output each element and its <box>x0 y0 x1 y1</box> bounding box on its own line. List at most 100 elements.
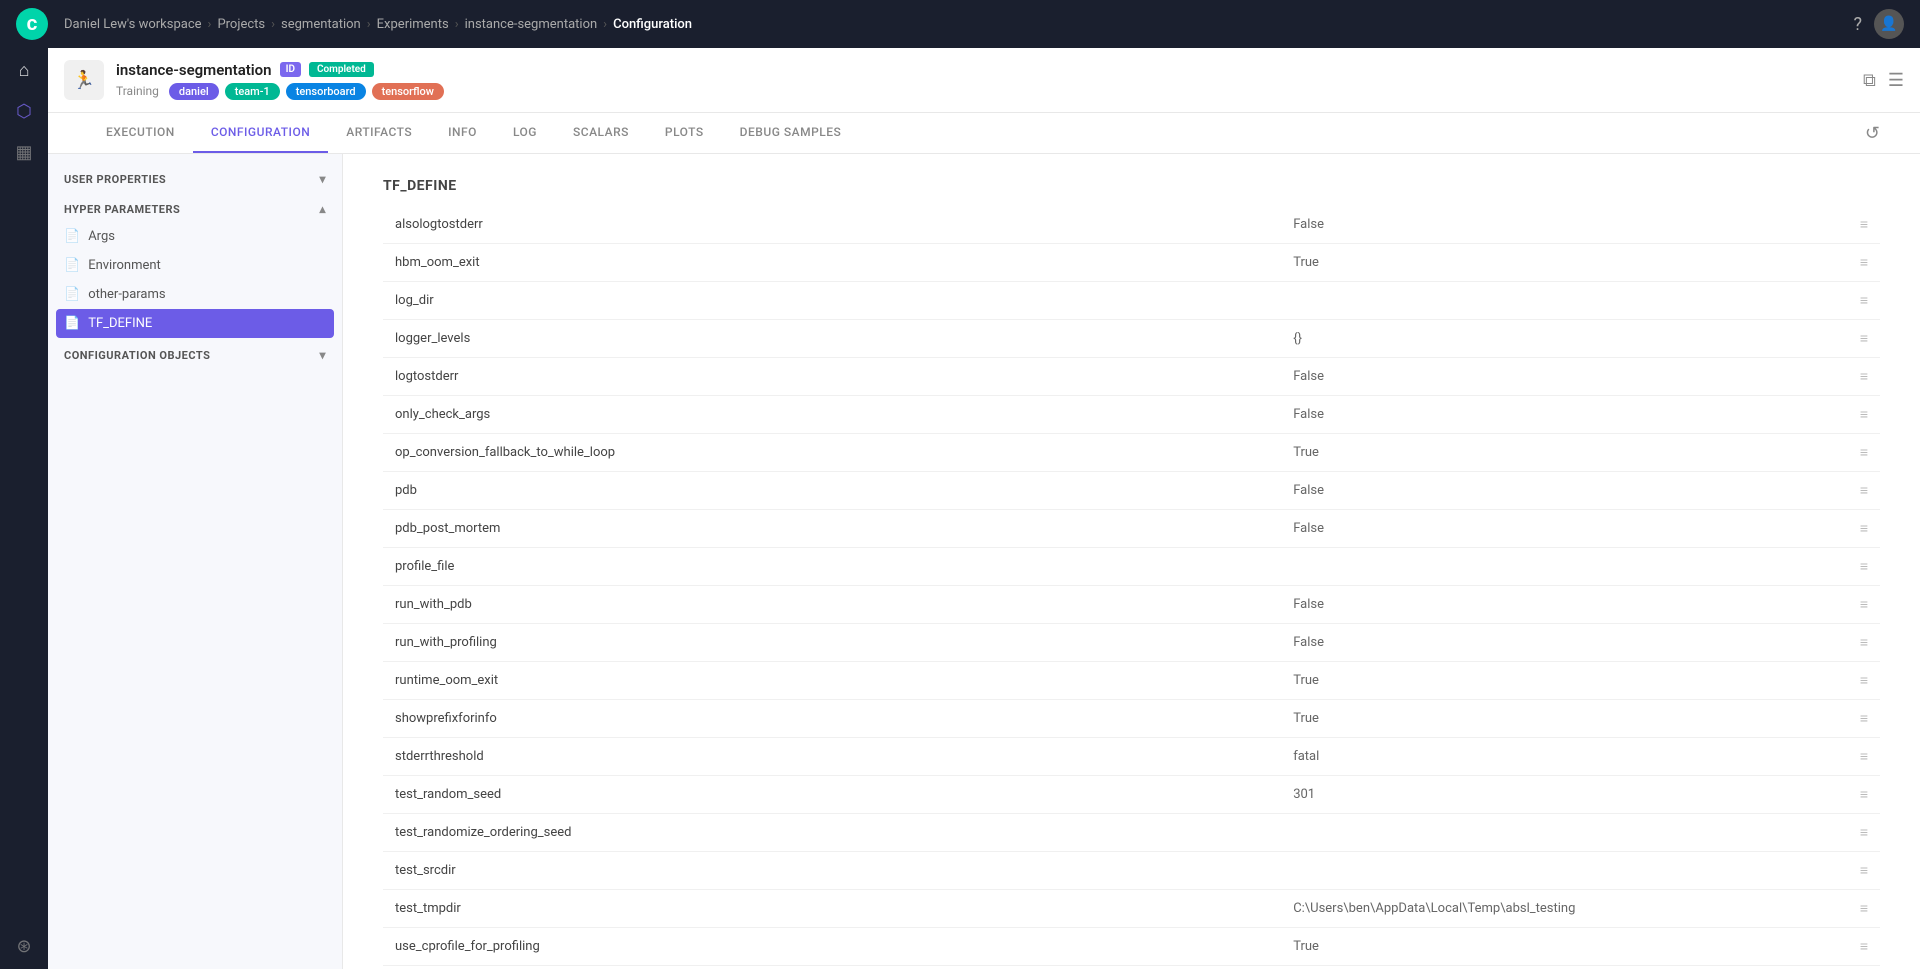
config-row-menu-icon[interactable]: ≡ <box>1840 510 1880 548</box>
config-value: True <box>1281 244 1840 282</box>
sidebar-section-hyper-parameters[interactable]: HYPER PARAMETERS ▴ <box>48 192 342 222</box>
table-row: stderrthreshold fatal ≡ <box>383 738 1880 776</box>
config-value: False <box>1281 396 1840 434</box>
config-row-menu-icon[interactable]: ≡ <box>1840 206 1880 244</box>
sidebar-item-other-params[interactable]: 📄 other-params <box>48 280 342 309</box>
app-logo[interactable]: C <box>16 8 48 40</box>
table-row: test_tmpdir C:\Users\ben\AppData\Local\T… <box>383 890 1880 928</box>
table-row: showprefixforinfo True ≡ <box>383 700 1880 738</box>
config-key: use_cprofile_for_profiling <box>383 928 1281 966</box>
config-key: hbm_oom_exit <box>383 244 1281 282</box>
config-row-menu-icon[interactable]: ≡ <box>1840 966 1880 969</box>
tab-configuration[interactable]: CONFIGURATION <box>193 113 328 153</box>
config-value: False <box>1281 586 1840 624</box>
config-value: True <box>1281 662 1840 700</box>
config-key: logtostderr <box>383 358 1281 396</box>
nav-home-icon[interactable]: ⌂ <box>19 60 30 81</box>
config-value: {} <box>1281 320 1840 358</box>
config-value: C:\Users\ben\AppData\Local\Temp\absl_tes… <box>1281 890 1840 928</box>
avatar[interactable]: 👤 <box>1874 9 1904 39</box>
training-label: Training <box>116 84 159 98</box>
config-value: fatal <box>1281 738 1840 776</box>
breadcrumb-experiments[interactable]: Experiments <box>377 17 449 32</box>
tag-daniel[interactable]: daniel <box>169 83 219 100</box>
tab-info[interactable]: INFO <box>430 113 495 153</box>
config-row-menu-icon[interactable]: ≡ <box>1840 396 1880 434</box>
sidebar-item-tf-define[interactable]: 📄 TF_DEFINE <box>56 309 334 338</box>
sidebar-section-hyper-parameters-label: HYPER PARAMETERS <box>64 203 180 216</box>
table-row: test_randomize_ordering_seed ≡ <box>383 814 1880 852</box>
config-value: 301 <box>1281 776 1840 814</box>
experiment-info: instance-segmentation ID Completed Train… <box>116 61 1851 100</box>
config-value <box>1281 548 1840 586</box>
content-wrapper: USER PROPERTIES ▾ HYPER PARAMETERS ▴ 📄 A… <box>48 154 1920 969</box>
config-row-menu-icon[interactable]: ≡ <box>1840 244 1880 282</box>
config-row-menu-icon[interactable]: ≡ <box>1840 852 1880 890</box>
config-row-menu-icon[interactable]: ≡ <box>1840 586 1880 624</box>
table-row: test_random_seed 301 ≡ <box>383 776 1880 814</box>
config-row-menu-icon[interactable]: ≡ <box>1840 472 1880 510</box>
config-value <box>1281 282 1840 320</box>
more-options-icon[interactable]: ☰ <box>1888 70 1904 91</box>
config-row-menu-icon[interactable]: ≡ <box>1840 776 1880 814</box>
tab-execution[interactable]: EXECUTION <box>88 113 193 153</box>
tab-scalars[interactable]: SCALARS <box>555 113 647 153</box>
split-view-icon[interactable]: ⧉ <box>1863 70 1876 91</box>
config-row-menu-icon[interactable]: ≡ <box>1840 548 1880 586</box>
content-area: ⌂ ⬡ ▦ ⊛ 🏃 instance-segmentation ID Compl… <box>0 48 1920 969</box>
breadcrumb-workspace[interactable]: Daniel Lew's workspace <box>64 17 202 32</box>
config-row-menu-icon[interactable]: ≡ <box>1840 738 1880 776</box>
app-container: C Daniel Lew's workspace › Projects › se… <box>0 0 1920 969</box>
table-row: pdb_post_mortem False ≡ <box>383 510 1880 548</box>
breadcrumb-instance-segmentation[interactable]: instance-segmentation <box>465 17 598 32</box>
breadcrumb-current: Configuration <box>613 17 692 32</box>
config-row-menu-icon[interactable]: ≡ <box>1840 624 1880 662</box>
config-row-menu-icon[interactable]: ≡ <box>1840 434 1880 472</box>
breadcrumb-projects[interactable]: Projects <box>217 17 265 32</box>
tabs-right-actions: ↺ <box>1865 123 1880 144</box>
badge-id: ID <box>280 62 301 77</box>
config-key: run_with_pdb <box>383 586 1281 624</box>
sidebar-item-environment-label: Environment <box>88 258 161 273</box>
sidebar-section-config-objects[interactable]: CONFIGURATION OBJECTS ▾ <box>48 338 342 368</box>
help-icon[interactable]: ? <box>1853 14 1862 35</box>
config-key: test_randomize_ordering_seed <box>383 814 1281 852</box>
config-row-menu-icon[interactable]: ≡ <box>1840 814 1880 852</box>
config-value: False <box>1281 510 1840 548</box>
config-key: run_with_profiling <box>383 624 1281 662</box>
config-row-menu-icon[interactable]: ≡ <box>1840 890 1880 928</box>
table-row: hbm_oom_exit True ≡ <box>383 244 1880 282</box>
experiment-name: instance-segmentation <box>116 61 272 79</box>
config-row-menu-icon[interactable]: ≡ <box>1840 928 1880 966</box>
nav-experiments-icon[interactable]: ⬡ <box>16 101 32 122</box>
nav-models-icon[interactable]: ▦ <box>15 142 32 163</box>
sidebar-item-tf-define-label: TF_DEFINE <box>88 316 152 331</box>
refresh-icon[interactable]: ↺ <box>1865 123 1880 144</box>
tag-team1[interactable]: team-1 <box>225 83 280 100</box>
breadcrumb-segmentation[interactable]: segmentation <box>281 17 361 32</box>
tab-log[interactable]: LOG <box>495 113 555 153</box>
sidebar-section-user-properties[interactable]: USER PROPERTIES ▾ <box>48 162 342 192</box>
nav-github-icon[interactable]: ⊛ <box>16 936 31 957</box>
sidebar-item-args[interactable]: 📄 Args <box>48 222 342 251</box>
sidebar-section-user-properties-label: USER PROPERTIES <box>64 173 166 186</box>
config-value: False <box>1281 624 1840 662</box>
config-row-menu-icon[interactable]: ≡ <box>1840 282 1880 320</box>
sidebar-item-environment[interactable]: 📄 Environment <box>48 251 342 280</box>
config-row-menu-icon[interactable]: ≡ <box>1840 700 1880 738</box>
tab-plots[interactable]: PLOTS <box>647 113 722 153</box>
config-key: log_dir <box>383 282 1281 320</box>
config-value: True <box>1281 700 1840 738</box>
config-key: test_random_seed <box>383 776 1281 814</box>
config-value: False <box>1281 358 1840 396</box>
config-row-menu-icon[interactable]: ≡ <box>1840 320 1880 358</box>
tag-tensorboard[interactable]: tensorboard <box>286 83 366 100</box>
config-value: True <box>1281 434 1840 472</box>
tab-artifacts[interactable]: ARTIFACTS <box>328 113 430 153</box>
table-row: log_dir ≡ <box>383 282 1880 320</box>
config-row-menu-icon[interactable]: ≡ <box>1840 662 1880 700</box>
config-key: pdb <box>383 472 1281 510</box>
tab-debug-samples[interactable]: DEBUG SAMPLES <box>722 113 860 153</box>
tag-tensorflow[interactable]: tensorflow <box>372 83 444 100</box>
config-row-menu-icon[interactable]: ≡ <box>1840 358 1880 396</box>
